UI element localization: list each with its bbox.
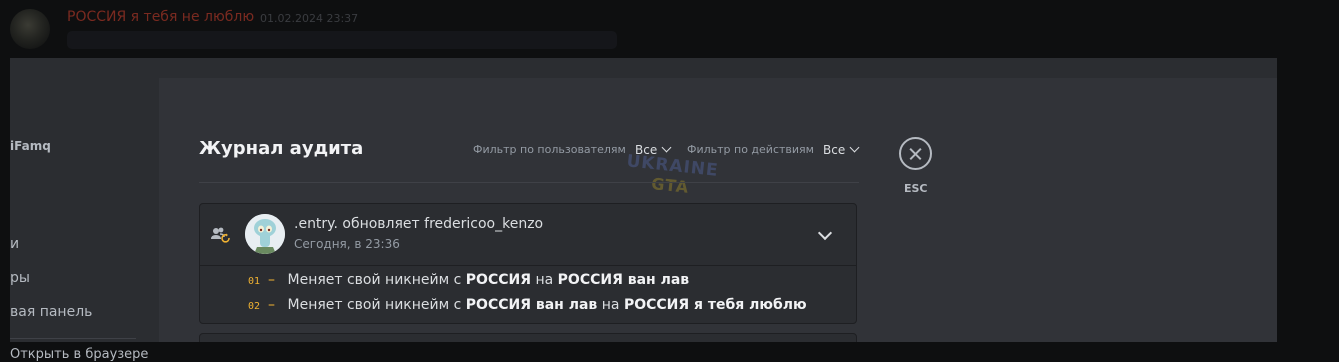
dash-icon: – [268,297,276,313]
modal-top-strip [10,58,1277,78]
change-from: РОССИЯ ван лав [465,297,598,313]
change-number: 02 [248,301,261,312]
sidebar-item-2[interactable]: ры [10,270,30,286]
filter-user-label: Фильтр по пользователям [473,143,626,156]
change-from: РОССИЯ [465,272,532,288]
change-to: РОССИЯ я тебя люблю [623,297,807,313]
chevron-down-icon [661,142,672,153]
audit-log-entry-next[interactable] [199,333,857,342]
background-message: РОССИЯ я тебя не люблю 01.02.2024 23:37 [0,0,1339,58]
sidebar-server-name: iFamq [10,139,51,153]
message-content-placeholder [67,31,617,49]
member-update-icon [211,227,230,243]
page-title: Журнал аудита [199,138,364,159]
entry-actor[interactable]: .entry. [294,216,338,232]
change-text: Меняет свой никнейм с [287,272,462,288]
change-text-mid: на [601,297,620,313]
entry-header[interactable]: .entry. обновляет fredericoo_kenzo Сегод… [200,204,856,265]
entry-summary: .entry. обновляет fredericoo_kenzo [294,216,543,232]
message-timestamp: 01.02.2024 23:37 [260,12,359,25]
change-row: 01– Меняет свой никнейм с РОССИЯ на РОСС… [248,272,689,288]
audit-log-content: Журнал аудита Фильтр по пользователям Вс… [159,78,1277,342]
change-row: 02– Меняет свой никнейм с РОССИЯ ван лав… [248,297,807,313]
entry-verb: обновляет [342,216,420,232]
settings-sidebar: iFamq и ры вая панель [10,78,159,342]
change-number: 01 [248,276,261,287]
change-text-mid: на [535,272,554,288]
sidebar-item-3[interactable]: вая панель [10,304,92,320]
change-text: Меняет свой никнейм с [287,297,462,313]
chevron-down-icon [849,142,860,153]
audit-log-entry[interactable]: .entry. обновляет fredericoo_kenzo Сегод… [199,203,857,324]
watermark-logo: UKRAINE GTA [623,151,720,206]
close-button[interactable] [899,137,932,170]
entry-target[interactable]: fredericoo_kenzo [424,216,543,232]
server-settings-modal: iFamq и ры вая панель Журнал аудита Филь… [10,58,1277,342]
chevron-down-icon[interactable] [817,225,833,241]
dash-icon: – [268,272,276,288]
entry-time: Сегодня, в 23:36 [294,237,400,251]
esc-label: ESC [904,182,928,195]
filter-action-dropdown[interactable]: Все [823,142,860,157]
message-author[interactable]: РОССИЯ я тебя не люблю [67,9,254,25]
entry-divider [200,265,856,266]
avatar[interactable] [245,214,285,254]
header-divider [199,182,859,183]
open-in-browser-link[interactable]: Открыть в браузере [10,347,148,362]
sidebar-divider [10,338,136,339]
sidebar-item-1[interactable]: и [10,236,19,252]
avatar[interactable] [10,9,50,49]
squidward-avatar-icon [245,214,285,254]
filter-action-value: Все [823,143,846,157]
change-to: РОССИЯ ван лав [557,272,690,288]
filter-action-label: Фильтр по действиям [687,143,814,156]
